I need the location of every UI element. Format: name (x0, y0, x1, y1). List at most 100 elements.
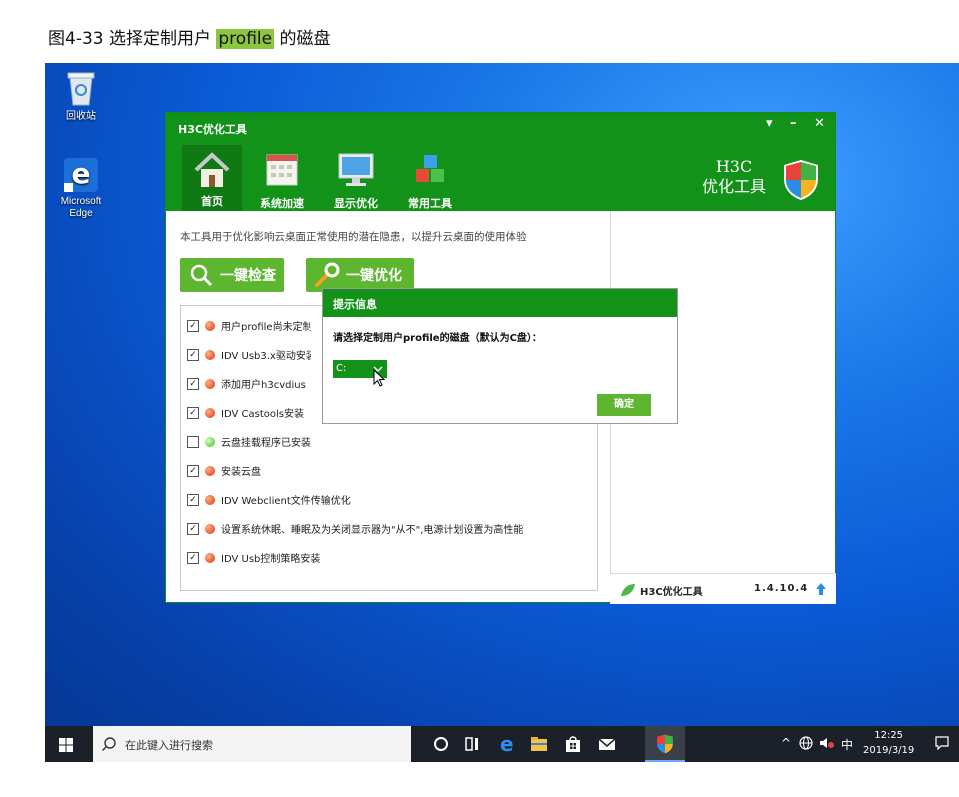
status-dot-icon (205, 320, 215, 331)
caption-highlight: profile (216, 29, 275, 49)
item-checkbox[interactable]: ✓ (187, 551, 199, 564)
recycle-bin-icon (65, 69, 97, 107)
status-dot-icon (205, 465, 215, 476)
tab-common-tools[interactable]: 常用工具 (400, 151, 460, 211)
taskbar-search-box[interactable]: 在此键入进行搜索 (93, 726, 411, 762)
list-item[interactable]: ✓ IDV Castools安装 (187, 405, 304, 420)
tab-display-opt-label: 显示优化 (334, 197, 378, 210)
item-checkbox[interactable]: ✓ (187, 319, 199, 332)
task-view-icon[interactable] (463, 734, 483, 754)
mail-icon[interactable] (597, 734, 617, 754)
ok-button[interactable]: 确定 (597, 394, 651, 416)
home-icon (192, 151, 232, 189)
item-label: 用户profile尚未定制 (221, 322, 311, 333)
ime-indicator[interactable]: 中 (841, 736, 853, 753)
list-item[interactable]: ✓ IDV Usb3.x驱动安装 (187, 347, 311, 362)
search-icon (101, 736, 117, 756)
tab-home-label: 首页 (201, 195, 223, 208)
tab-common-tools-label: 常用工具 (408, 197, 452, 210)
file-explorer-icon[interactable] (529, 734, 549, 754)
svg-text:e: e (500, 734, 514, 754)
brand-line2: 优化工具 (702, 177, 767, 196)
status-bar: H3C优化工具 1.4.10.4 (610, 573, 836, 604)
dialog-header: 提示信息 (323, 289, 677, 317)
prompt-dialog: 提示信息 请选择定制用户profile的磁盘（默认为C盘）： C: 确定 (322, 288, 678, 424)
notification-icon[interactable] (935, 736, 949, 753)
item-checkbox[interactable]: ✓ (187, 522, 199, 535)
brand-text: H3C 优化工具 (702, 157, 766, 197)
list-item[interactable]: ✓ IDV Usb控制策略安装 (187, 550, 320, 565)
item-checkbox[interactable]: ✓ (187, 406, 199, 419)
caption-suffix: 的磁盘 (274, 29, 331, 49)
store-icon[interactable] (563, 734, 583, 754)
status-dot-icon (205, 407, 215, 418)
item-label: 安装云盘 (221, 467, 261, 478)
menu-dropdown-icon[interactable]: ▾ (766, 116, 773, 131)
tab-home[interactable]: 首页 (182, 145, 242, 211)
item-checkbox[interactable]: ✓ (187, 464, 199, 477)
one-click-check-button[interactable]: 一键检查 (180, 258, 284, 292)
search-icon (188, 262, 214, 288)
tab-system-accel-label: 系统加速 (260, 197, 304, 210)
status-dot-icon (205, 523, 215, 534)
app-logo-icon (620, 582, 636, 601)
list-item[interactable]: ✓ IDV Webclient文件传输优化 (187, 492, 351, 507)
recycle-bin-label: 回收站 (66, 111, 96, 122)
minimize-button[interactable]: – (790, 116, 797, 131)
item-checkbox[interactable] (187, 435, 199, 448)
item-checkbox[interactable]: ✓ (187, 348, 199, 361)
volume-muted-icon[interactable] (819, 736, 835, 753)
taskbar: 在此键入进行搜索 e ^ 中 12:25 2019/3/19 (45, 726, 959, 762)
app-title: H3C优化工具 (178, 123, 247, 136)
item-label: 添加用户h3cvdius (221, 380, 306, 391)
tab-system-accel[interactable]: 系统加速 (252, 151, 312, 211)
status-dot-icon (205, 349, 215, 360)
dialog-message: 请选择定制用户profile的磁盘（默认为C盘）： (333, 333, 542, 344)
chevron-up-icon[interactable]: ^ (781, 736, 791, 750)
caption-prefix: 图4-33 选择定制用户 (48, 29, 217, 49)
cubes-icon (410, 151, 450, 189)
app-header: H3C优化工具 ▾ – ✕ 首页 系统加速 显示优化 常用工具 H3C 优化工具 (166, 113, 835, 211)
network-icon[interactable] (799, 736, 813, 753)
item-label: IDV Webclient文件传输优化 (221, 496, 351, 507)
edge-taskbar-icon[interactable]: e (497, 732, 517, 756)
tab-display-opt[interactable]: 显示优化 (326, 151, 386, 211)
shield-icon (783, 159, 819, 205)
windows-start-icon[interactable] (59, 737, 73, 756)
clock-date: 2019/3/19 (863, 745, 915, 756)
calendar-icon (262, 151, 302, 189)
list-item[interactable]: ✓ 设置系统休眠、睡眠及为关闭显示器为"从不",电源计划设置为高性能 (187, 521, 523, 536)
edge-desktop-icon[interactable]: e Microsoft Edge (49, 158, 113, 220)
list-item[interactable]: 云盘挂载程序已安装 (187, 434, 311, 449)
upgrade-arrow-icon[interactable] (815, 581, 827, 600)
item-label: 设置系统休眠、睡眠及为关闭显示器为"从不",电源计划设置为高性能 (221, 525, 524, 536)
status-dot-icon (205, 494, 215, 505)
search-placeholder: 在此键入进行搜索 (125, 739, 213, 752)
list-item[interactable]: ✓ 用户profile尚未定制 (187, 318, 311, 333)
list-item[interactable]: ✓ 添加用户h3cvdius (187, 376, 306, 391)
one-click-check-label: 一键检查 (220, 268, 276, 284)
h3c-taskbar-button[interactable] (645, 726, 685, 762)
close-button[interactable]: ✕ (814, 116, 825, 131)
one-click-optimize-label: 一键优化 (346, 268, 402, 284)
one-click-optimize-button[interactable]: 一键优化 (306, 258, 414, 292)
cortana-icon[interactable] (431, 734, 451, 754)
edge-icon: e (64, 158, 98, 192)
status-dot-icon (205, 378, 215, 389)
item-label: 云盘挂载程序已安装 (221, 438, 311, 449)
edge-label: Microsoft Edge (60, 196, 102, 219)
wrench-icon (314, 262, 340, 288)
description-text: 本工具用于优化影响云桌面正常使用的潜在隐患，以提升云桌面的使用体验 (180, 231, 527, 243)
drive-select-value: C: (336, 363, 347, 374)
monitor-icon (336, 151, 376, 189)
figure-caption: 图4-33 选择定制用户 profile 的磁盘 (48, 24, 331, 49)
clock-time: 12:25 (874, 730, 904, 741)
recycle-bin-desktop-icon[interactable]: 回收站 (49, 69, 113, 123)
shield-icon (655, 733, 675, 759)
item-checkbox[interactable]: ✓ (187, 377, 199, 390)
clock[interactable]: 12:25 2019/3/19 (863, 728, 914, 758)
item-checkbox[interactable]: ✓ (187, 493, 199, 506)
version-text: 1.4.10.4 (754, 583, 809, 594)
list-item[interactable]: ✓ 安装云盘 (187, 463, 261, 478)
item-label: IDV Usb3.x驱动安装 (221, 351, 311, 362)
